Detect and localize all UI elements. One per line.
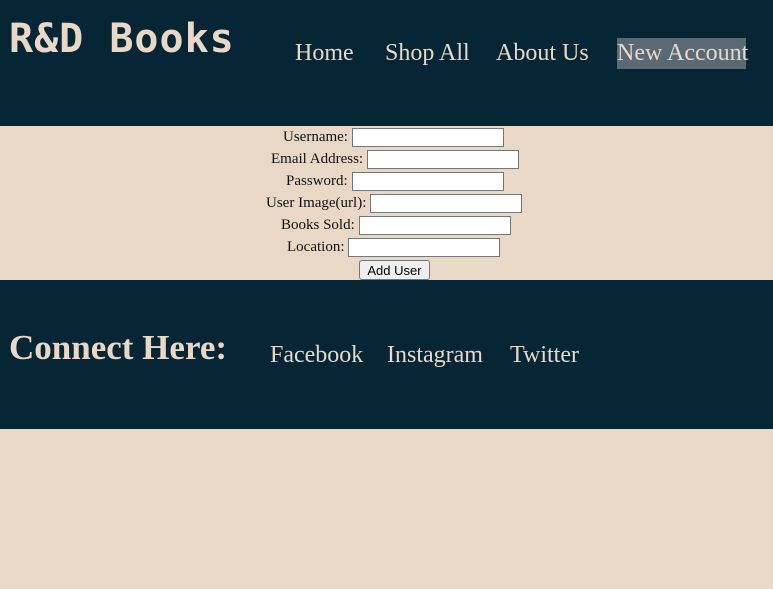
nav-about-us-link[interactable]: About Us <box>496 38 589 69</box>
location-row: Location: <box>287 237 501 258</box>
email-input[interactable] <box>367 150 520 169</box>
twitter-link[interactable]: Twitter <box>510 342 579 369</box>
password-input[interactable] <box>351 172 504 191</box>
books-sold-row: Books Sold: <box>281 215 511 236</box>
user-image-label: User Image(url): <box>266 195 367 211</box>
password-label: Password: <box>286 173 348 189</box>
books-sold-label: Books Sold: <box>281 217 355 233</box>
site-header: R&D Books Home Shop All About Us New Acc… <box>0 0 773 126</box>
add-user-button[interactable]: Add User <box>359 260 430 280</box>
nav-home-link[interactable]: Home <box>295 38 354 69</box>
connect-heading: Connect Here: <box>9 328 228 367</box>
instagram-link[interactable]: Instagram <box>387 342 483 369</box>
site-footer: Connect Here: Facebook Instagram Twitter <box>0 280 773 429</box>
nav-new-account-link[interactable]: New Account <box>617 38 748 69</box>
email-row: Email Address: <box>271 149 520 170</box>
location-label: Location: <box>287 239 345 255</box>
location-input[interactable] <box>348 238 501 257</box>
facebook-link[interactable]: Facebook <box>270 342 363 369</box>
username-label: Username: <box>283 129 348 145</box>
password-row: Password: <box>286 171 504 192</box>
user-image-row: User Image(url): <box>266 193 523 214</box>
user-image-url-input[interactable] <box>370 194 523 213</box>
nav-shop-all-link[interactable]: Shop All <box>385 38 470 69</box>
email-label: Email Address: <box>271 151 364 167</box>
site-logo[interactable]: R&D Books <box>9 16 235 62</box>
new-account-form: Username: Email Address: Password: User … <box>0 126 773 280</box>
username-row: Username: <box>283 127 504 148</box>
books-sold-input[interactable] <box>358 216 511 235</box>
username-input[interactable] <box>351 128 504 147</box>
